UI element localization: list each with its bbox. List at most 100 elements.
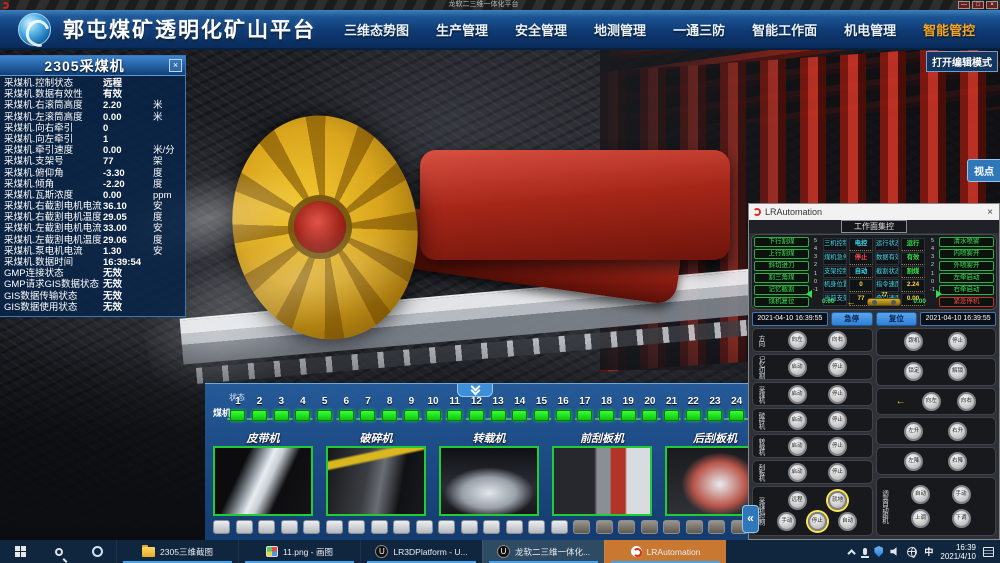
viewpoint-tab[interactable]: 视点	[967, 159, 1000, 182]
start-button[interactable]	[0, 540, 40, 563]
speaker-icon[interactable]	[890, 547, 900, 557]
lr-action-button[interactable]: 外喷雾开	[939, 261, 994, 271]
panel-close-button[interactable]: ×	[169, 59, 182, 72]
support-status-square[interactable]	[577, 410, 592, 421]
support-status-square[interactable]	[339, 410, 354, 421]
control-button[interactable]: 停止	[828, 385, 847, 404]
control-button[interactable]: 停止	[828, 463, 847, 482]
support-status-square[interactable]	[556, 410, 571, 421]
support-status-square[interactable]	[360, 410, 375, 421]
support-status-square[interactable]	[317, 410, 332, 421]
control-button[interactable]: 启动	[788, 385, 807, 404]
tab-workface-control[interactable]: 工作面集控	[841, 220, 907, 233]
tray-clock[interactable]: 16:39 2021/4/10	[940, 543, 976, 561]
taskbar-app[interactable]: 2305三维截图	[116, 540, 238, 563]
notification-icon[interactable]	[983, 547, 994, 557]
control-button[interactable]: 停止	[828, 437, 847, 456]
control-button[interactable]: 停止	[828, 358, 847, 377]
control-button[interactable]: 自动	[838, 512, 857, 531]
support-status-square[interactable]	[512, 410, 527, 421]
tray-chevron-up-icon[interactable]	[848, 549, 856, 557]
control-button[interactable]: 上调	[911, 509, 930, 528]
control-button[interactable]: 跟机	[904, 332, 923, 351]
camera-thumbnail[interactable]	[326, 446, 426, 516]
emergency-stop-button[interactable]: 急停	[831, 312, 873, 326]
cortana-button[interactable]	[78, 540, 116, 563]
camera-thumbnail[interactable]	[213, 446, 313, 516]
control-button[interactable]: 手动	[777, 512, 796, 531]
support-status-square[interactable]	[599, 410, 614, 421]
support-status-square[interactable]	[621, 410, 636, 421]
support-status-square[interactable]	[404, 410, 419, 421]
ime-indicator[interactable]: 中	[924, 545, 933, 558]
maximize-button[interactable]: □	[972, 1, 984, 9]
control-button[interactable]: 向左	[788, 331, 807, 350]
nav-item[interactable]: 机电管理	[844, 20, 896, 39]
taskbar-app[interactable]: ULR3DPlatform - U...	[360, 540, 482, 563]
support-status-square[interactable]	[642, 410, 657, 421]
lr-action-button[interactable]: 上行割煤	[754, 249, 809, 259]
control-button[interactable]: 锁定	[904, 362, 923, 381]
lr-action-button[interactable]: 内喷雾开	[939, 249, 994, 259]
support-status-square[interactable]	[686, 410, 701, 421]
control-button[interactable]: 下调	[952, 509, 971, 528]
nav-item[interactable]: 智能管控	[923, 20, 975, 39]
control-button[interactable]: 停止	[808, 512, 827, 531]
control-button[interactable]: 远程	[788, 491, 807, 510]
lr-action-button[interactable]: 割三角煤	[754, 273, 809, 283]
control-button[interactable]: 停止	[948, 332, 967, 351]
support-status-square[interactable]	[295, 410, 310, 421]
lr-stop-button[interactable]: 紧急停机	[939, 297, 994, 307]
support-status-square[interactable]	[664, 410, 679, 421]
edit-mode-button[interactable]: 打开编辑模式	[926, 51, 998, 72]
lr-action-button[interactable]: 记忆截割	[754, 285, 809, 295]
lr-action-button[interactable]: 斜切进刀	[754, 261, 809, 271]
lr-action-button[interactable]: 左牵启动	[939, 273, 994, 283]
support-status-square[interactable]	[729, 410, 744, 421]
reset-button[interactable]: 复位	[876, 312, 918, 326]
lr-action-button[interactable]: 右牵启动	[939, 285, 994, 295]
control-button[interactable]: 手动	[952, 485, 971, 504]
search-button[interactable]	[40, 540, 78, 563]
collapse-left-button[interactable]: «	[742, 505, 759, 533]
control-button[interactable]: 解锁	[948, 362, 967, 381]
support-status-square[interactable]	[252, 410, 267, 421]
nav-item[interactable]: 生产管理	[436, 20, 488, 39]
minimize-button[interactable]: —	[958, 1, 970, 9]
control-button[interactable]: 右升	[948, 422, 967, 441]
control-button[interactable]: 向右	[828, 331, 847, 350]
control-button[interactable]: 左升	[904, 422, 923, 441]
collapse-tab[interactable]	[457, 383, 493, 397]
support-status-square[interactable]	[382, 410, 397, 421]
support-status-square[interactable]	[274, 410, 289, 421]
support-status-square[interactable]	[469, 410, 484, 421]
control-button[interactable]: 启动	[788, 463, 807, 482]
nav-item[interactable]: 三维态势图	[344, 20, 409, 39]
camera-thumbnail[interactable]	[552, 446, 652, 516]
shield-icon[interactable]	[874, 546, 883, 557]
lr-action-button[interactable]: 下行割煤	[754, 237, 809, 247]
nav-item[interactable]: 安全管理	[515, 20, 567, 39]
support-status-square[interactable]	[230, 410, 245, 421]
network-icon[interactable]	[907, 547, 917, 557]
control-button[interactable]: 启动	[788, 358, 807, 377]
taskbar-app[interactable]: LRAutomation	[604, 540, 726, 563]
nav-item[interactable]: 智能工作面	[752, 20, 817, 39]
lr-close-button[interactable]: ×	[985, 207, 995, 218]
nav-item[interactable]: 一通三防	[673, 20, 725, 39]
control-button[interactable]: 启动	[788, 411, 807, 430]
nav-item[interactable]: 地测管理	[594, 20, 646, 39]
microphone-icon[interactable]	[863, 548, 867, 555]
lr-action-button[interactable]: 煤机复位	[754, 297, 809, 307]
control-button[interactable]: 向右	[957, 392, 976, 411]
control-button[interactable]: 启动	[788, 437, 807, 456]
support-status-square[interactable]	[707, 410, 722, 421]
control-button[interactable]: 停止	[828, 411, 847, 430]
taskbar-app[interactable]: 11.png - 画图	[238, 540, 360, 563]
taskbar-app[interactable]: U龙软二三维一体化...	[482, 540, 604, 563]
control-button[interactable]: 右降	[948, 452, 967, 471]
support-status-square[interactable]	[426, 410, 441, 421]
close-button[interactable]: ×	[986, 1, 998, 9]
control-button[interactable]: 就地	[828, 491, 847, 510]
support-status-square[interactable]	[491, 410, 506, 421]
